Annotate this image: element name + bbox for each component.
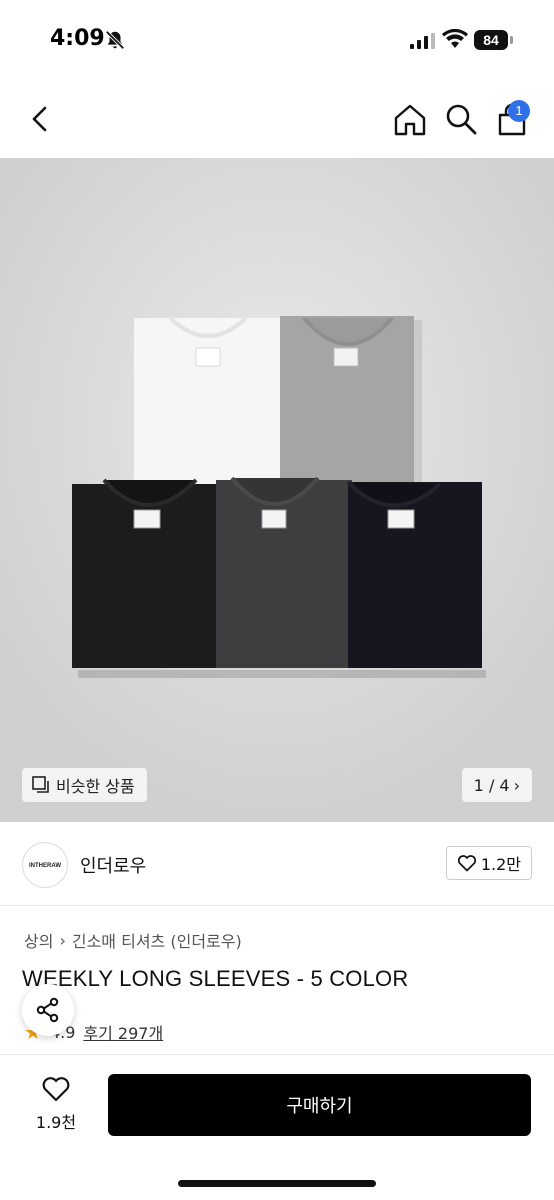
wishlist-count: 1.9천 [35, 1113, 77, 1132]
buy-button[interactable]: 구매하기 [108, 1074, 531, 1136]
share-icon [36, 997, 59, 1023]
black-tshirt [72, 478, 222, 668]
battery-tip [510, 36, 513, 44]
similar-products-label: 비슷한 상품 [56, 777, 135, 796]
top-nav [0, 80, 554, 158]
bell-off-icon [105, 30, 125, 50]
heart-icon [42, 1077, 70, 1102]
similar-products-button[interactable]: 비슷한 상품 [22, 768, 147, 802]
signal-icon [410, 33, 435, 49]
brand-name[interactable]: 인더로우 [80, 852, 146, 878]
brand-logo[interactable]: INTHERAW [22, 842, 68, 888]
breadcrumb-item[interactable]: 긴소매 티셔츠 (인더로우) [72, 928, 242, 952]
brand-row[interactable]: INTHERAW 인더로우 1.2만 [0, 822, 554, 906]
brand-like-count: 1.2만 [480, 855, 521, 874]
breadcrumb-item[interactable]: 상의 [24, 928, 53, 952]
bottom-action-bar: 1.9천 구매하기 [0, 1054, 554, 1200]
status-bar: 4:09 84 [0, 0, 554, 80]
stack-icon [32, 776, 49, 793]
reviews-link[interactable]: 후기 297개 [83, 1020, 163, 1044]
white-tshirt [134, 316, 282, 498]
brand-like-button[interactable]: 1.2만 [445, 846, 532, 880]
battery-level: 84 [474, 30, 508, 50]
battery-icon: 84 [474, 30, 514, 50]
heart-icon [457, 855, 476, 872]
charcoal-tshirt [216, 476, 352, 668]
image-page-indicator[interactable]: 1 / 4 › [461, 768, 532, 802]
navy-tshirt [346, 480, 482, 668]
home-indicator [178, 1180, 376, 1187]
product-title: WEEKLY LONG SLEEVES - 5 COLOR [22, 966, 409, 991]
gray-tshirt [280, 316, 414, 494]
back-icon[interactable] [24, 102, 58, 136]
home-icon[interactable] [392, 102, 428, 138]
wishlist-button[interactable]: 1.9천 [26, 1075, 86, 1139]
chevron-right-icon: › [59, 930, 66, 950]
product-image-gallery[interactable]: 비슷한 상품 1 / 4 › [0, 158, 554, 822]
cart-count-badge: 1 [508, 100, 530, 122]
wifi-icon [442, 29, 468, 48]
search-icon[interactable] [444, 102, 478, 136]
product-photo [0, 158, 554, 822]
share-button[interactable] [22, 984, 74, 1036]
status-time: 4:09 [50, 26, 105, 51]
page-indicator-text: 1 / 4 [473, 775, 510, 795]
breadcrumb: 상의 › 긴소매 티셔츠 (인더로우) [24, 928, 242, 952]
chevron-right-icon: › [513, 775, 520, 795]
